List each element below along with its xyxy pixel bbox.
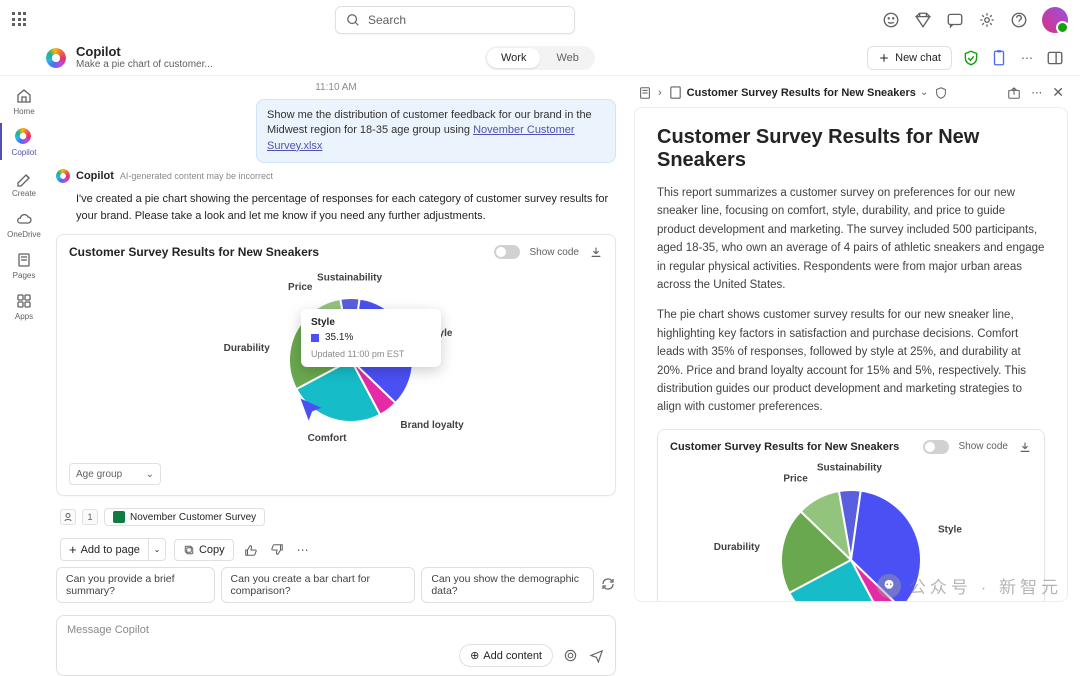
svg-text:Price: Price [288,282,313,293]
rail-apps[interactable]: Apps [0,287,46,324]
breadcrumb[interactable]: Customer Survey Results for New Sneakers… [668,85,929,100]
copilot-logo [46,48,66,68]
copy-icon [183,544,195,556]
more-actions-button[interactable]: ⋯ [294,541,312,559]
close-panel-button[interactable]: ✕ [1052,84,1064,101]
mic-icon[interactable] [561,647,579,665]
settings-gear-icon[interactable] [978,11,996,29]
shield-check-icon[interactable] [962,49,980,67]
ai-disclaimer: AI-generated content may be incorrect [120,171,273,181]
svg-text:Sustainability: Sustainability [317,273,382,284]
add-to-page-caret[interactable]: ⌄ [148,538,166,561]
app-launcher-icon[interactable] [12,12,28,28]
svg-text:Style: Style [938,524,962,535]
page-paragraph-2: The pie chart shows customer survey resu… [657,306,1045,416]
copilot-avatar [56,169,70,183]
suggestion-2[interactable]: Can you create a bar chart for compariso… [221,567,416,603]
reference-user-icon[interactable] [60,509,76,525]
search-input[interactable]: Search [335,6,575,34]
reference-row: 1 November Customer Survey [60,508,616,526]
tab-web[interactable]: Web [542,48,592,68]
chart-card: Customer Survey Results for New Sneakers… [56,234,616,496]
side-chart-title: Customer Survey Results for New Sneakers [670,441,899,453]
chat-subtitle: Make a pie chart of customer... [76,59,213,70]
help-icon[interactable] [1010,11,1028,29]
more-dots-icon[interactable]: ⋯ [1018,49,1036,67]
new-chat-button[interactable]: New chat [867,46,952,70]
search-placeholder: Search [368,13,406,27]
emoji-icon[interactable] [882,11,900,29]
rail-copilot[interactable]: Copilot [0,123,46,160]
page-icon [668,85,683,100]
search-icon [346,13,360,27]
download-icon[interactable] [589,245,603,259]
left-nav-rail: Home Copilot Create OneDrive Pages Apps [0,76,46,608]
svg-text:Comfort: Comfort [308,433,348,444]
thumbs-up-button[interactable] [242,541,260,559]
side-show-code-toggle[interactable] [923,440,949,454]
age-group-select[interactable]: Age group ⌄ [69,463,161,485]
tab-work[interactable]: Work [487,48,540,68]
clipboard-icon[interactable] [990,49,1008,67]
more-dots-icon[interactable]: ⋯ [1031,86,1042,99]
chat-bubble-icon[interactable] [946,11,964,29]
chevron-right-icon: › [658,87,662,99]
pages-icon[interactable] [638,86,652,100]
chart-title: Customer Survey Results for New Sneakers [69,245,319,259]
rail-home[interactable]: Home [0,82,46,119]
svg-text:Brand loyalty: Brand loyalty [400,420,464,431]
refresh-suggestions-icon[interactable] [600,576,616,594]
user-avatar[interactable] [1042,7,1068,33]
show-code-toggle[interactable] [494,245,520,259]
share-icon[interactable] [1007,86,1021,100]
page-paragraph-1: This report summarizes a customer survey… [657,184,1045,294]
side-pie-chart: SustainabilityStyleBrand loyaltyComfortD… [691,460,1011,602]
reference-chip[interactable]: November Customer Survey [104,508,265,526]
reference-count: 1 [82,509,98,525]
chart-tooltip: Style 35.1% Updated 11:00 pm EST [301,309,441,367]
composer-input[interactable]: Message Copilot [67,624,605,638]
user-message: Show me the distribution of customer fee… [256,99,616,163]
rail-pages[interactable]: Pages [0,246,46,283]
side-download-icon[interactable] [1018,440,1032,454]
excel-icon [113,511,125,523]
add-to-page-button[interactable]: + Add to page [60,538,148,561]
side-show-code-label: Show code [959,441,1008,452]
suggestion-3[interactable]: Can you show the demographic data? [421,567,594,603]
suggestion-1[interactable]: Can you provide a brief summary? [56,567,215,603]
copy-button[interactable]: Copy [174,539,234,561]
rail-create[interactable]: Create [0,164,46,201]
diamond-icon[interactable] [914,11,932,29]
chevron-down-icon: ⌄ [146,469,154,480]
send-button[interactable] [587,647,605,665]
side-panel-body: Customer Survey Results for New Sneakers… [634,107,1068,602]
bot-reply: I've created a pie chart showing the per… [56,189,616,228]
chevron-down-icon: ⌄ [920,87,928,98]
rail-onedrive[interactable]: OneDrive [0,205,46,242]
thumbs-down-button[interactable] [268,541,286,559]
shield-icon[interactable] [934,86,948,100]
message-timestamp: 11:10 AM [56,82,616,93]
svg-text:Price: Price [783,473,808,484]
show-code-label: Show code [530,247,579,258]
plus-icon [878,52,890,64]
svg-text:Durability: Durability [224,343,271,354]
bot-name: Copilot [76,170,114,182]
composer: Message Copilot ⊕Add content [56,615,616,676]
svg-text:Sustainability: Sustainability [817,462,882,473]
side-panel-header: › Customer Survey Results for New Sneake… [634,82,1068,107]
scope-tabs: Work Web [485,46,595,70]
panel-toggle-icon[interactable] [1046,49,1064,67]
cursor-icon [297,395,325,423]
page-title: Customer Survey Results for New Sneakers [657,126,1045,172]
side-chart-card: Customer Survey Results for New Sneakers… [657,429,1045,602]
add-content-button[interactable]: ⊕Add content [459,644,553,667]
chat-title: Copilot [76,45,213,59]
svg-text:Durability: Durability [714,542,761,553]
